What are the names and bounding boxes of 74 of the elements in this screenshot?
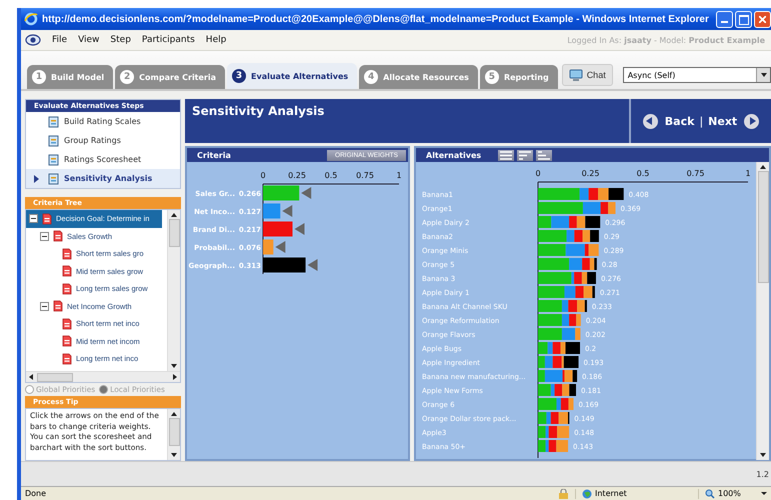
tick-label: 0.5 — [636, 169, 650, 178]
lock-icon — [558, 488, 569, 498]
sidebar-item[interactable]: Group Ratings — [26, 131, 180, 150]
document-icon — [62, 282, 72, 295]
next-button[interactable]: Next — [708, 114, 760, 128]
weight-handle[interactable] — [275, 241, 286, 253]
vertical-scrollbar[interactable] — [167, 409, 180, 460]
vertical-scrollbar[interactable] — [756, 162, 769, 460]
sort-button[interactable] — [498, 150, 514, 160]
panel-title: Alternatives — [426, 150, 482, 160]
document-icon — [48, 172, 59, 184]
sidebar-item[interactable]: Build Rating Scales — [26, 112, 180, 131]
window-title: http://demo.decisionlens.com/?modelname=Product@20Example@@Dlens@flat_modelname=Product Example - Windows Internet Explorer — [42, 14, 709, 24]
tick-label: 1 — [396, 171, 402, 180]
weight-handle[interactable] — [294, 223, 304, 235]
page-title: Sensitivity Analysis — [191, 103, 326, 120]
nav-separator: | — [699, 114, 704, 128]
tick-label: 1 — [745, 169, 751, 178]
close-button[interactable] — [754, 10, 771, 28]
sidebar-item[interactable]: Sensitivity Analysis — [26, 169, 180, 188]
sort-button[interactable] — [536, 150, 552, 160]
monitor-icon — [568, 68, 583, 82]
horizontal-scrollbar[interactable] — [26, 371, 180, 382]
eye-icon — [25, 34, 41, 46]
document-icon — [62, 318, 72, 330]
menu-item[interactable]: File — [52, 35, 68, 45]
menu-item[interactable]: Participants — [142, 35, 195, 45]
maximize-button[interactable] — [735, 10, 752, 28]
tick-label: 0 — [535, 169, 541, 178]
zoom-label: 100% — [718, 489, 741, 498]
tick-label: 0.75 — [686, 169, 704, 178]
mode-select[interactable]: Async (Self) — [622, 67, 771, 83]
panel-title: Criteria — [197, 150, 231, 160]
vertical-scrollbar[interactable] — [167, 210, 180, 371]
document-icon — [48, 134, 59, 146]
step-tab[interactable]: 3 Evaluate Alternatives — [227, 63, 358, 89]
magnifier-icon — [705, 488, 715, 498]
sort-button[interactable] — [517, 150, 534, 160]
lines-icon — [500, 150, 512, 160]
tick-label: 0 — [260, 171, 266, 180]
back-button[interactable]: Back — [642, 114, 694, 128]
caret-icon — [761, 492, 767, 495]
document-icon — [53, 300, 63, 312]
zone-label: Internet — [595, 489, 627, 498]
menu-item[interactable]: Help — [206, 35, 226, 45]
tick-label: 0.25 — [288, 171, 306, 180]
sort-descending-icon — [519, 150, 532, 160]
document-icon — [48, 154, 59, 166]
sidebar-item[interactable]: Ratings Scoresheet — [26, 150, 180, 169]
document-icon — [62, 248, 72, 260]
zoom-control[interactable]: 100% — [698, 488, 767, 498]
globe-icon — [582, 488, 592, 498]
tick-label: 0.25 — [582, 169, 600, 178]
sort-ascending-icon — [538, 150, 550, 160]
document-icon — [62, 265, 72, 278]
tick-label: 0.5 — [324, 171, 338, 180]
chat-button[interactable]: Chat — [562, 64, 613, 86]
menu-item[interactable]: Step — [110, 35, 131, 45]
document-icon — [62, 352, 72, 365]
document-icon — [53, 230, 63, 242]
minimize-button[interactable] — [716, 10, 733, 28]
status-text: Done — [25, 489, 46, 498]
login-status: Logged In As: jsaaty - Model: Product Example — [567, 36, 766, 44]
document-icon — [48, 116, 59, 128]
menu-item[interactable]: View — [78, 35, 100, 45]
tick-label: 0.75 — [356, 171, 374, 180]
collapse-icon[interactable] — [29, 214, 38, 224]
collapse-icon[interactable] — [40, 232, 49, 241]
document-icon — [62, 335, 72, 348]
collapse-icon[interactable] — [40, 302, 49, 311]
pointer-icon — [34, 175, 39, 183]
browser-logo-icon — [24, 12, 38, 26]
document-icon — [42, 212, 52, 225]
version-label: 1.2 — [756, 470, 769, 478]
